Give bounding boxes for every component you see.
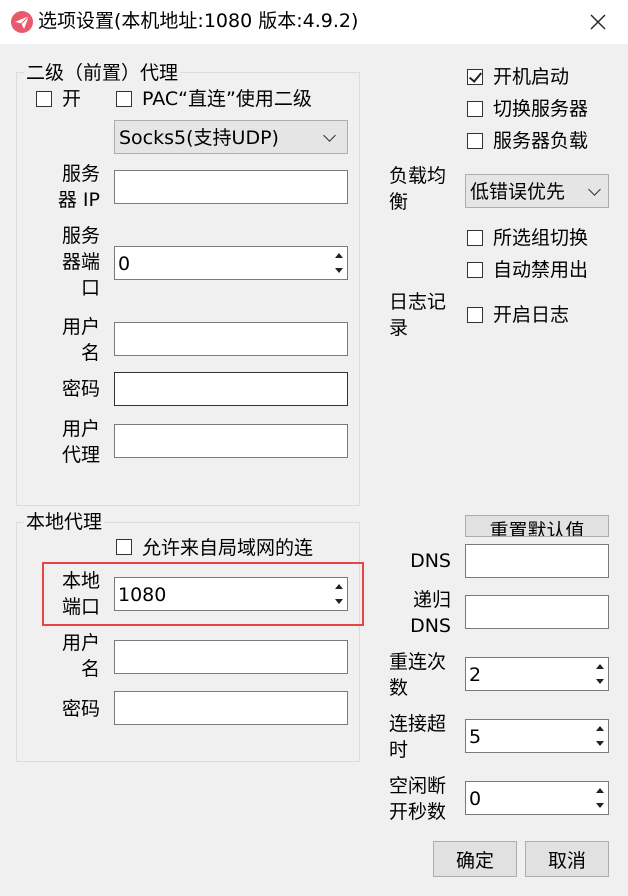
- local-port-stepper[interactable]: 1080: [114, 577, 348, 611]
- secondary-proxy-group-title: 二级（前置）代理: [24, 62, 181, 84]
- proxy-type-select[interactable]: Socks5(支持UDP): [114, 120, 348, 154]
- close-icon: [590, 14, 606, 30]
- chevron-down-icon: [323, 129, 336, 142]
- user-agent-input[interactable]: [114, 424, 348, 458]
- username-input[interactable]: [114, 322, 348, 356]
- local-port-label: 本地 端口: [61, 570, 100, 618]
- server-load-label: 服务器负载: [493, 130, 589, 152]
- spin-up-icon[interactable]: [592, 721, 607, 736]
- server-ip-input[interactable]: [114, 170, 348, 204]
- local-username-input[interactable]: [114, 640, 348, 674]
- spin-down-icon[interactable]: [592, 798, 607, 813]
- autostart-label: 开机启动: [493, 66, 570, 88]
- reset-defaults-button[interactable]: 重置默认值: [465, 515, 609, 537]
- server-port-label: 服务 器端口: [61, 225, 100, 299]
- spin-up-icon[interactable]: [331, 579, 346, 594]
- enable-log-label: 开启日志: [493, 304, 570, 326]
- auto-ban-checkbox[interactable]: [467, 262, 483, 278]
- switch-server-label: 切换服务器: [493, 98, 589, 120]
- enable-log-checkbox[interactable]: [467, 307, 483, 323]
- load-balance-label: 负载均衡: [389, 165, 447, 213]
- log-label: 日志记录: [389, 291, 447, 339]
- allow-lan-checkbox[interactable]: [116, 539, 132, 555]
- reconnect-label: 重连次数: [389, 651, 447, 699]
- server-load-checkbox[interactable]: [467, 133, 483, 149]
- pac-direct-label: PAC“直连”使用二级: [142, 88, 312, 110]
- spin-down-icon[interactable]: [331, 263, 346, 278]
- password-label: 密码: [61, 378, 100, 400]
- paper-plane-icon: [10, 10, 34, 34]
- autostart-checkbox[interactable]: [467, 69, 483, 85]
- timeout-stepper[interactable]: 5: [465, 719, 609, 753]
- recursive-dns-label: 递归 DNS: [410, 589, 451, 637]
- spin-down-icon[interactable]: [331, 594, 346, 609]
- local-username-label: 用户名: [61, 632, 100, 680]
- recursive-dns-input[interactable]: [465, 595, 609, 629]
- timeout-label: 连接超时: [389, 713, 447, 761]
- load-balance-value: 低错误优先: [470, 181, 566, 203]
- local-password-input[interactable]: [114, 691, 348, 725]
- load-balance-select[interactable]: 低错误优先: [465, 174, 609, 208]
- user-agent-label: 用户 代理: [61, 418, 100, 466]
- idle-stepper[interactable]: 0: [465, 781, 609, 815]
- group-switch-checkbox[interactable]: [467, 230, 483, 246]
- enable-secondary-label: 开: [62, 88, 82, 110]
- spin-down-icon[interactable]: [592, 736, 607, 751]
- dns-input[interactable]: [465, 544, 609, 578]
- cancel-button[interactable]: 取消: [525, 841, 609, 877]
- dns-label: DNS: [410, 550, 451, 572]
- enable-secondary-checkbox[interactable]: [36, 91, 52, 107]
- chevron-down-icon: [588, 183, 601, 196]
- ok-button[interactable]: 确定: [433, 841, 517, 877]
- username-label: 用户名: [61, 316, 100, 364]
- spin-up-icon[interactable]: [592, 783, 607, 798]
- spin-down-icon[interactable]: [592, 674, 607, 689]
- auto-ban-label: 自动禁用出: [493, 259, 589, 281]
- server-ip-label: 服务器 IP: [57, 163, 100, 211]
- idle-label: 空闲断 开秒数: [389, 775, 447, 823]
- switch-server-checkbox[interactable]: [467, 101, 483, 117]
- allow-lan-label: 允许来自局域网的连: [142, 537, 314, 559]
- spin-up-icon[interactable]: [592, 659, 607, 674]
- group-switch-label: 所选组切换: [493, 227, 589, 249]
- pac-direct-checkbox[interactable]: [116, 91, 132, 107]
- password-input[interactable]: [114, 372, 348, 406]
- window-title: 选项设置(本机地址:1080 版本:4.9.2): [38, 10, 359, 32]
- proxy-type-value: Socks5(支持UDP): [119, 127, 279, 149]
- local-password-label: 密码: [61, 698, 100, 720]
- spin-up-icon[interactable]: [331, 248, 346, 263]
- reconnect-stepper[interactable]: 2: [465, 657, 609, 691]
- local-proxy-group-title: 本地代理: [24, 511, 105, 533]
- close-button[interactable]: [580, 6, 616, 38]
- server-port-stepper[interactable]: 0: [114, 246, 348, 280]
